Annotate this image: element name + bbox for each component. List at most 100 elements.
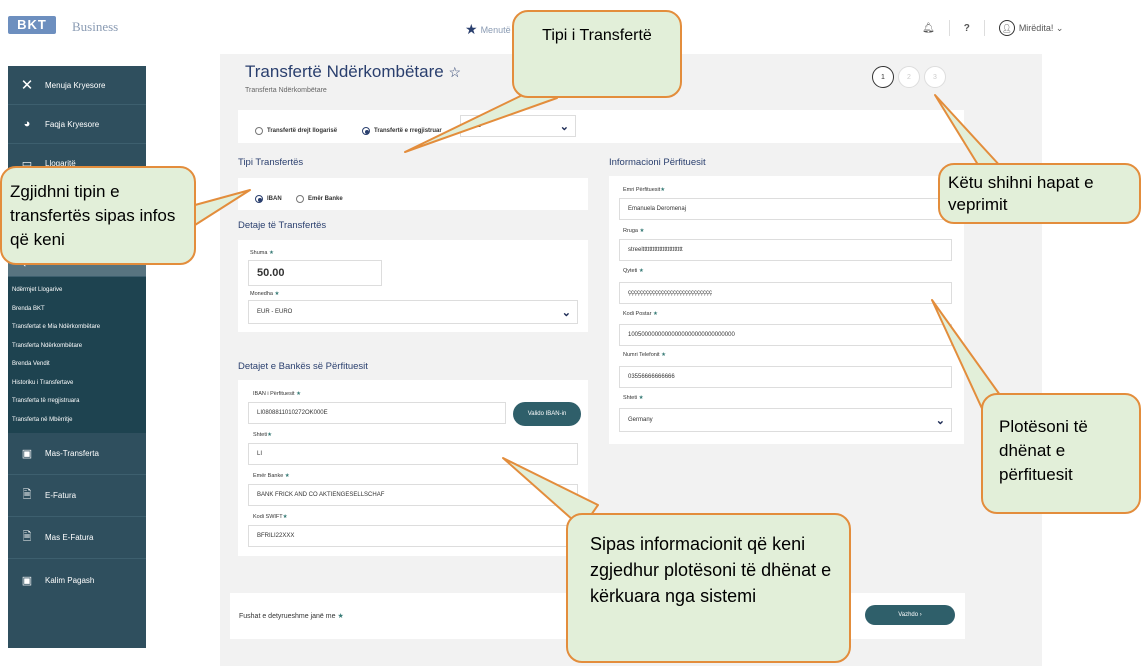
iban-input[interactable]: LI0808811010272OK000E xyxy=(248,402,506,424)
street-input[interactable]: streeltttttttttttttttttttttttt xyxy=(619,239,952,261)
radio-bank-name[interactable]: Emër Banke xyxy=(296,190,343,208)
label-text: Emri Përfituesit xyxy=(623,187,661,193)
sidebar-item-payroll[interactable]: ▣ Kalim Pagash xyxy=(8,559,146,601)
note-text: Fushat e detyrueshme janë me xyxy=(239,613,336,620)
star-icon: ★ xyxy=(465,21,478,37)
required-star-icon: ★ xyxy=(268,250,274,256)
brand-business: Business xyxy=(72,19,119,34)
bank-country-input[interactable]: LI xyxy=(248,443,578,465)
required-star-icon: ★ xyxy=(267,432,273,438)
radio-iban[interactable]: IBAN xyxy=(255,190,282,208)
radio-registered[interactable]: Transfertë e rregjistruar xyxy=(362,122,442,140)
currency-label: Monedha ★ xyxy=(250,291,279,297)
bank-name-input[interactable]: BANK FRICK AND CO AKTIENGESELLSCHAF xyxy=(248,484,578,506)
chevron-down-icon: ⌄ xyxy=(935,414,945,427)
name-label: Emri Përfituesit★ xyxy=(623,187,665,193)
label-text: Kodi Postar xyxy=(623,311,652,317)
label-text: Emër Banke xyxy=(253,473,284,479)
transfer-details-heading: Detaje të Transfertës xyxy=(238,220,327,231)
phone-input[interactable]: 03556666666666 xyxy=(619,366,952,388)
sidebar-item-mass-transfer[interactable]: ▣ Mas-Transferta xyxy=(8,433,146,475)
sidebar-item-label: E-Fatura xyxy=(45,491,77,500)
swift-label: Kodi SWIFT★ xyxy=(253,514,288,520)
page-title: Transfertë Ndërkombëtare ☆ xyxy=(245,62,461,82)
mass-transfer-icon: ▣ xyxy=(21,448,33,460)
street-label: Rruga ★ xyxy=(623,228,644,234)
transfer-type-card: IBAN Emër Banke xyxy=(238,178,588,210)
city-input[interactable]: çççççççççççççççççççççççççççç xyxy=(619,282,952,304)
validate-iban-button[interactable]: Valido IBAN-in xyxy=(513,402,581,426)
name-input[interactable]: Emanuela Deromenaj xyxy=(619,198,952,220)
radio-label: IBAN xyxy=(267,196,282,202)
menu-label: Menutë xyxy=(480,24,511,35)
transfer-details-card: Shuma ★ 50.00 Monedha ★ EUR - EURO ⌄ xyxy=(238,240,588,332)
radio-circle-selected xyxy=(255,195,263,203)
postal-input[interactable]: 10050000000000000000000000000000 xyxy=(619,324,952,346)
payroll-icon: ▣ xyxy=(21,574,33,587)
chevron-down-icon: ⌄ xyxy=(561,306,571,319)
submenu-item[interactable]: Transferta në Mbërritje xyxy=(8,411,146,430)
select-value: EUR - EURO xyxy=(257,309,293,315)
submenu-item[interactable]: Transferta Ndërkombëtare xyxy=(8,337,146,356)
user-menu[interactable]: 👤︎ Mirëdita! ⌄ xyxy=(998,20,1064,36)
required-star-icon: ★ xyxy=(661,352,667,358)
submenu-item[interactable]: Historiku i Transfertave xyxy=(8,374,146,393)
help-icon[interactable]: ? xyxy=(964,23,970,34)
favorite-star-icon[interactable]: ☆ xyxy=(448,64,461,80)
sidebar-item-close-menu[interactable]: ✕ Menuja Kryesore xyxy=(8,66,146,105)
select-value: Germany xyxy=(628,417,653,423)
callout-beneficiary: Plotësoni të dhënat e përfituesit xyxy=(981,393,1141,514)
radio-circle xyxy=(296,195,304,203)
step-indicator: 1 2 3 xyxy=(872,66,946,88)
bank-details-heading: Detajet e Bankës së Përfituesit xyxy=(238,361,368,372)
sidebar-item-label: Mas E-Fatura xyxy=(45,533,94,542)
sidebar-item-mass-einvoice[interactable]: 🗎︎ Mas E-Fatura xyxy=(8,517,146,559)
header-actions: 🔔︎ ? 👤︎ Mirëdita! ⌄ xyxy=(922,20,1063,36)
sidebar-item-einvoice[interactable]: 🗎︎ E-Fatura xyxy=(8,475,146,517)
bell-icon[interactable]: 🔔︎ xyxy=(922,23,935,34)
bank-name-label: Emër Banke ★ xyxy=(253,473,290,479)
avatar-icon: 👤︎ xyxy=(998,20,1015,36)
required-star-icon: ★ xyxy=(638,268,644,274)
step-2: 2 xyxy=(898,66,920,88)
required-star-icon: ★ xyxy=(296,391,302,397)
required-star-icon: ★ xyxy=(274,291,280,297)
step-1: 1 xyxy=(872,66,894,88)
amount-input[interactable]: 50.00 xyxy=(248,260,382,286)
currency-select[interactable]: EUR - EURO ⌄ xyxy=(248,300,578,324)
phone-label: Numri Telefonit ★ xyxy=(623,352,666,358)
bkt-logo: BKT xyxy=(8,16,56,34)
submenu-item[interactable]: Transfertat e Mia Ndërkombëtare xyxy=(8,318,146,337)
required-star-icon: ★ xyxy=(660,187,666,193)
callout-steps: Këtu shihni hapat e veprimit xyxy=(938,163,1141,224)
required-note: Fushat e detyrueshme janë me ★ xyxy=(239,612,344,620)
beneficiary-heading: Informacioni Përfituesit xyxy=(609,157,706,168)
label-text: Qyteti xyxy=(623,268,638,274)
radio-circle xyxy=(255,127,263,135)
country-label: Shteti ★ xyxy=(623,395,644,401)
submenu-item[interactable]: Brenda Vendit xyxy=(8,355,146,374)
submenu-item[interactable]: Transferta të rregjistruara xyxy=(8,392,146,411)
label-text: Kodi SWIFT xyxy=(253,514,283,520)
callout-choose-type: Zgjidhni tipin e transfertës sipas infos… xyxy=(0,166,196,265)
label-text: Rruga xyxy=(623,228,638,234)
country-select[interactable]: Germany ⌄ xyxy=(619,408,952,432)
required-star-icon: ★ xyxy=(652,311,658,317)
sidebar-item-home[interactable]: ◕ Faqja Kryesore xyxy=(8,105,146,144)
postal-label: Kodi Postar ★ xyxy=(623,311,658,317)
submenu-item[interactable]: Brenda BKT xyxy=(8,300,146,319)
continue-button[interactable]: Vazhdo › xyxy=(865,605,955,625)
required-star-icon: ★ xyxy=(337,613,344,620)
divider xyxy=(983,20,985,36)
greeting: Mirëdita! ⌄ xyxy=(1018,22,1064,33)
radio-to-account[interactable]: Transfertë drejt llogarisë xyxy=(255,122,337,140)
menu-favorites[interactable]: ★ Menutë xyxy=(465,21,511,38)
divider xyxy=(948,20,950,36)
submenu-item[interactable]: Ndërmjet Llogarive xyxy=(8,281,146,300)
select-value: 1111 xyxy=(469,123,482,129)
radio-label: Emër Banke xyxy=(308,196,343,202)
label-text: Shuma xyxy=(250,250,268,256)
swift-input[interactable]: BFRILI22XXX xyxy=(248,525,578,547)
label-text: Shteti xyxy=(623,395,638,401)
registered-transfer-select[interactable]: 1111 ⌄ xyxy=(460,115,576,137)
